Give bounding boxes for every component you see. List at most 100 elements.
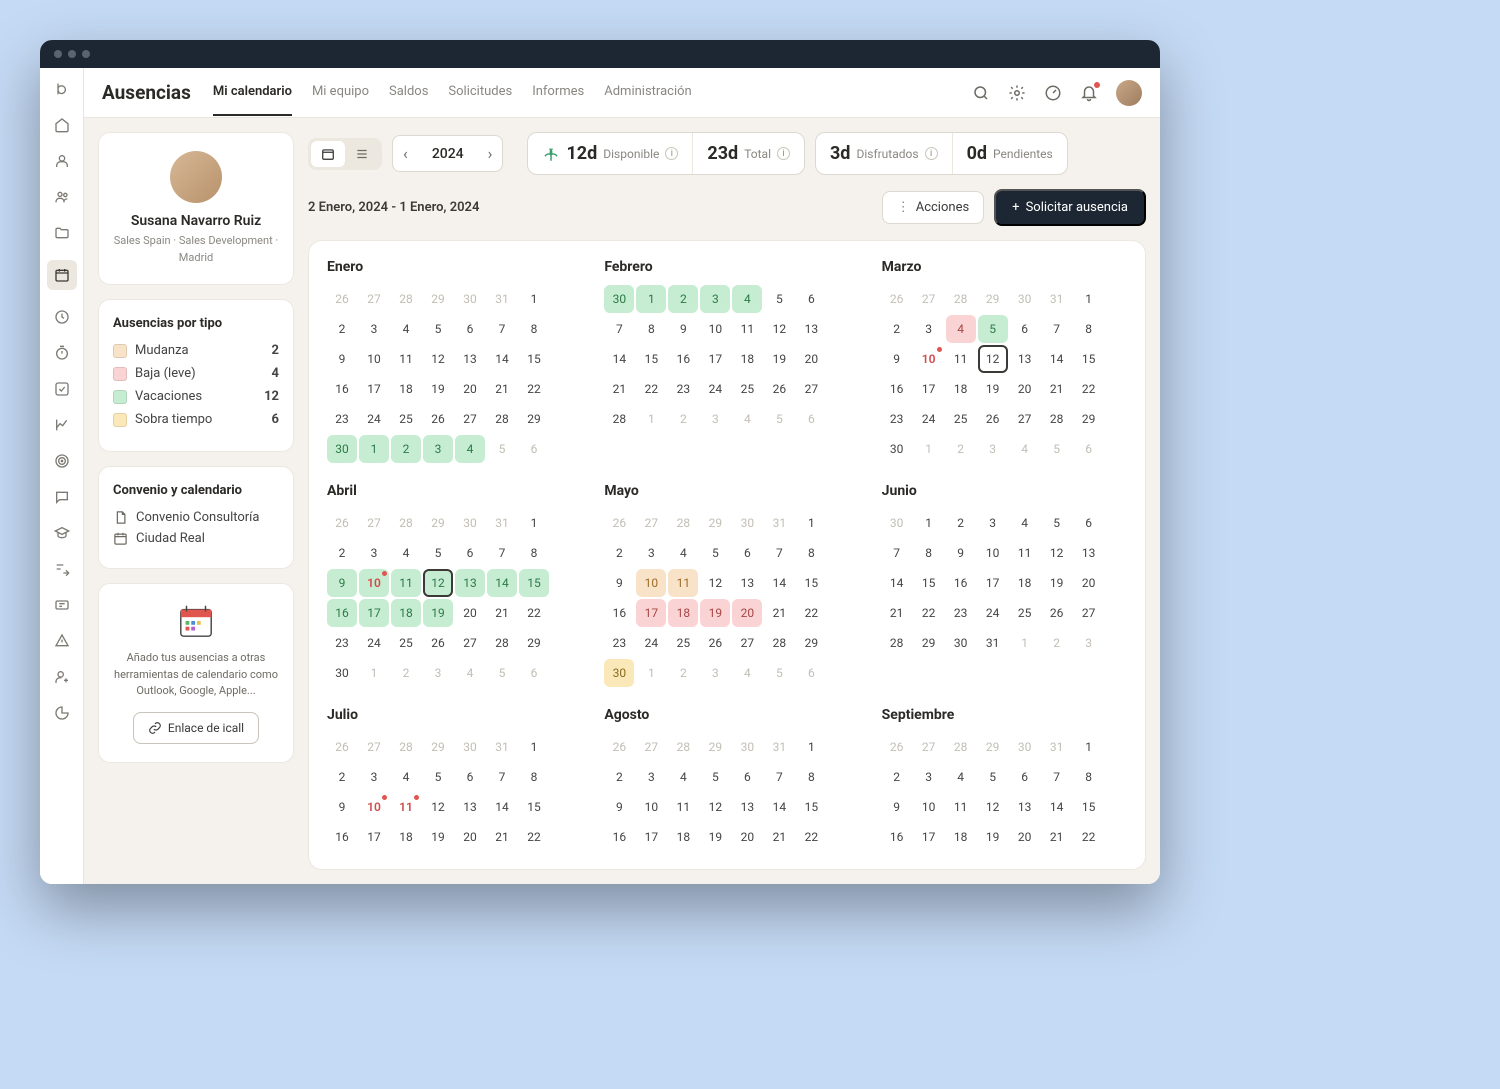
bell-icon[interactable] [1080,84,1098,102]
day-cell[interactable]: 20 [455,823,485,851]
type-row[interactable]: Sobra tiempo6 [113,412,279,427]
day-cell[interactable]: 17 [359,375,389,403]
day-cell[interactable]: 31 [487,285,517,313]
day-cell[interactable]: 31 [764,733,794,761]
info-icon[interactable]: i [665,147,678,160]
day-cell[interactable]: 2 [946,435,976,463]
day-cell[interactable]: 27 [455,405,485,433]
day-cell[interactable]: 23 [882,405,912,433]
day-cell[interactable]: 2 [327,763,357,791]
day-cell[interactable]: 11 [1010,539,1040,567]
day-cell[interactable]: 10 [700,315,730,343]
day-cell[interactable]: 30 [882,509,912,537]
day-cell[interactable]: 2 [882,315,912,343]
tab-informes[interactable]: Informes [532,69,584,116]
day-cell[interactable]: 22 [914,599,944,627]
day-cell[interactable]: 27 [732,629,762,657]
day-cell[interactable]: 6 [1010,763,1040,791]
day-cell[interactable]: 31 [487,733,517,761]
day-cell[interactable]: 14 [487,345,517,373]
day-cell[interactable]: 7 [487,763,517,791]
day-cell[interactable]: 23 [327,405,357,433]
day-cell[interactable]: 20 [796,345,826,373]
day-cell[interactable]: 28 [1042,405,1072,433]
day-cell[interactable]: 20 [455,599,485,627]
day-cell[interactable]: 29 [519,405,549,433]
day-cell[interactable]: 12 [423,345,453,373]
day-cell[interactable]: 28 [604,405,634,433]
day-cell[interactable]: 31 [764,509,794,537]
day-cell[interactable]: 20 [455,375,485,403]
day-cell[interactable]: 4 [391,539,421,567]
day-cell[interactable]: 7 [604,315,634,343]
day-cell[interactable]: 26 [1042,599,1072,627]
day-cell[interactable]: 26 [327,285,357,313]
day-cell[interactable]: 28 [487,405,517,433]
day-cell[interactable]: 15 [519,345,549,373]
day-cell[interactable]: 1 [636,285,666,313]
tab-solicitudes[interactable]: Solicitudes [448,69,512,116]
day-cell[interactable]: 27 [455,629,485,657]
day-cell[interactable]: 25 [946,405,976,433]
view-list-seg[interactable] [345,141,379,167]
day-cell[interactable]: 30 [327,435,357,463]
day-cell[interactable]: 4 [732,285,762,313]
day-cell[interactable]: 29 [423,733,453,761]
day-cell[interactable]: 2 [327,315,357,343]
day-cell[interactable]: 3 [978,509,1008,537]
day-cell[interactable]: 27 [636,733,666,761]
day-cell[interactable]: 24 [359,405,389,433]
day-cell[interactable]: 14 [764,793,794,821]
day-cell[interactable]: 1 [359,659,389,687]
ical-button[interactable]: Enlace de icall [133,712,259,744]
day-cell[interactable]: 9 [327,569,357,597]
day-cell[interactable]: 1 [519,285,549,313]
day-cell[interactable]: 8 [914,539,944,567]
day-cell[interactable]: 16 [946,569,976,597]
pie-icon[interactable] [53,704,71,722]
day-cell[interactable]: 11 [668,569,698,597]
day-cell[interactable]: 11 [946,793,976,821]
day-cell[interactable]: 15 [519,569,549,597]
day-cell[interactable]: 27 [1010,405,1040,433]
day-cell[interactable]: 22 [1074,375,1104,403]
day-cell[interactable]: 29 [700,509,730,537]
day-cell[interactable]: 10 [359,345,389,373]
convenio-row[interactable]: Ciudad Real [113,531,279,546]
day-cell[interactable]: 1 [359,435,389,463]
day-cell[interactable]: 30 [732,733,762,761]
type-row[interactable]: Vacaciones12 [113,389,279,404]
day-cell[interactable]: 3 [700,659,730,687]
year-value[interactable]: 2024 [418,138,478,170]
day-cell[interactable]: 13 [732,569,762,597]
day-cell[interactable]: 3 [700,405,730,433]
day-cell[interactable]: 27 [359,285,389,313]
day-cell[interactable]: 18 [668,599,698,627]
day-cell[interactable]: 4 [668,539,698,567]
day-cell[interactable]: 6 [1010,315,1040,343]
day-cell[interactable]: 13 [1010,793,1040,821]
day-cell[interactable]: 9 [327,345,357,373]
day-cell[interactable]: 19 [978,375,1008,403]
day-cell[interactable]: 6 [519,435,549,463]
day-cell[interactable]: 10 [636,793,666,821]
day-cell[interactable]: 14 [1042,345,1072,373]
day-cell[interactable]: 6 [732,763,762,791]
day-cell[interactable]: 29 [978,733,1008,761]
day-cell[interactable]: 2 [327,539,357,567]
day-cell[interactable]: 30 [732,509,762,537]
day-cell[interactable]: 17 [914,375,944,403]
day-cell[interactable]: 2 [668,285,698,313]
day-cell[interactable]: 26 [327,509,357,537]
day-cell[interactable]: 5 [487,659,517,687]
day-cell[interactable]: 29 [700,733,730,761]
day-cell[interactable]: 30 [604,659,634,687]
day-cell[interactable]: 5 [1042,509,1072,537]
day-cell[interactable]: 9 [882,793,912,821]
day-cell[interactable]: 8 [519,539,549,567]
day-cell[interactable]: 22 [519,823,549,851]
day-cell[interactable]: 16 [327,375,357,403]
day-cell[interactable]: 24 [359,629,389,657]
day-cell[interactable]: 27 [359,733,389,761]
day-cell[interactable]: 29 [978,285,1008,313]
